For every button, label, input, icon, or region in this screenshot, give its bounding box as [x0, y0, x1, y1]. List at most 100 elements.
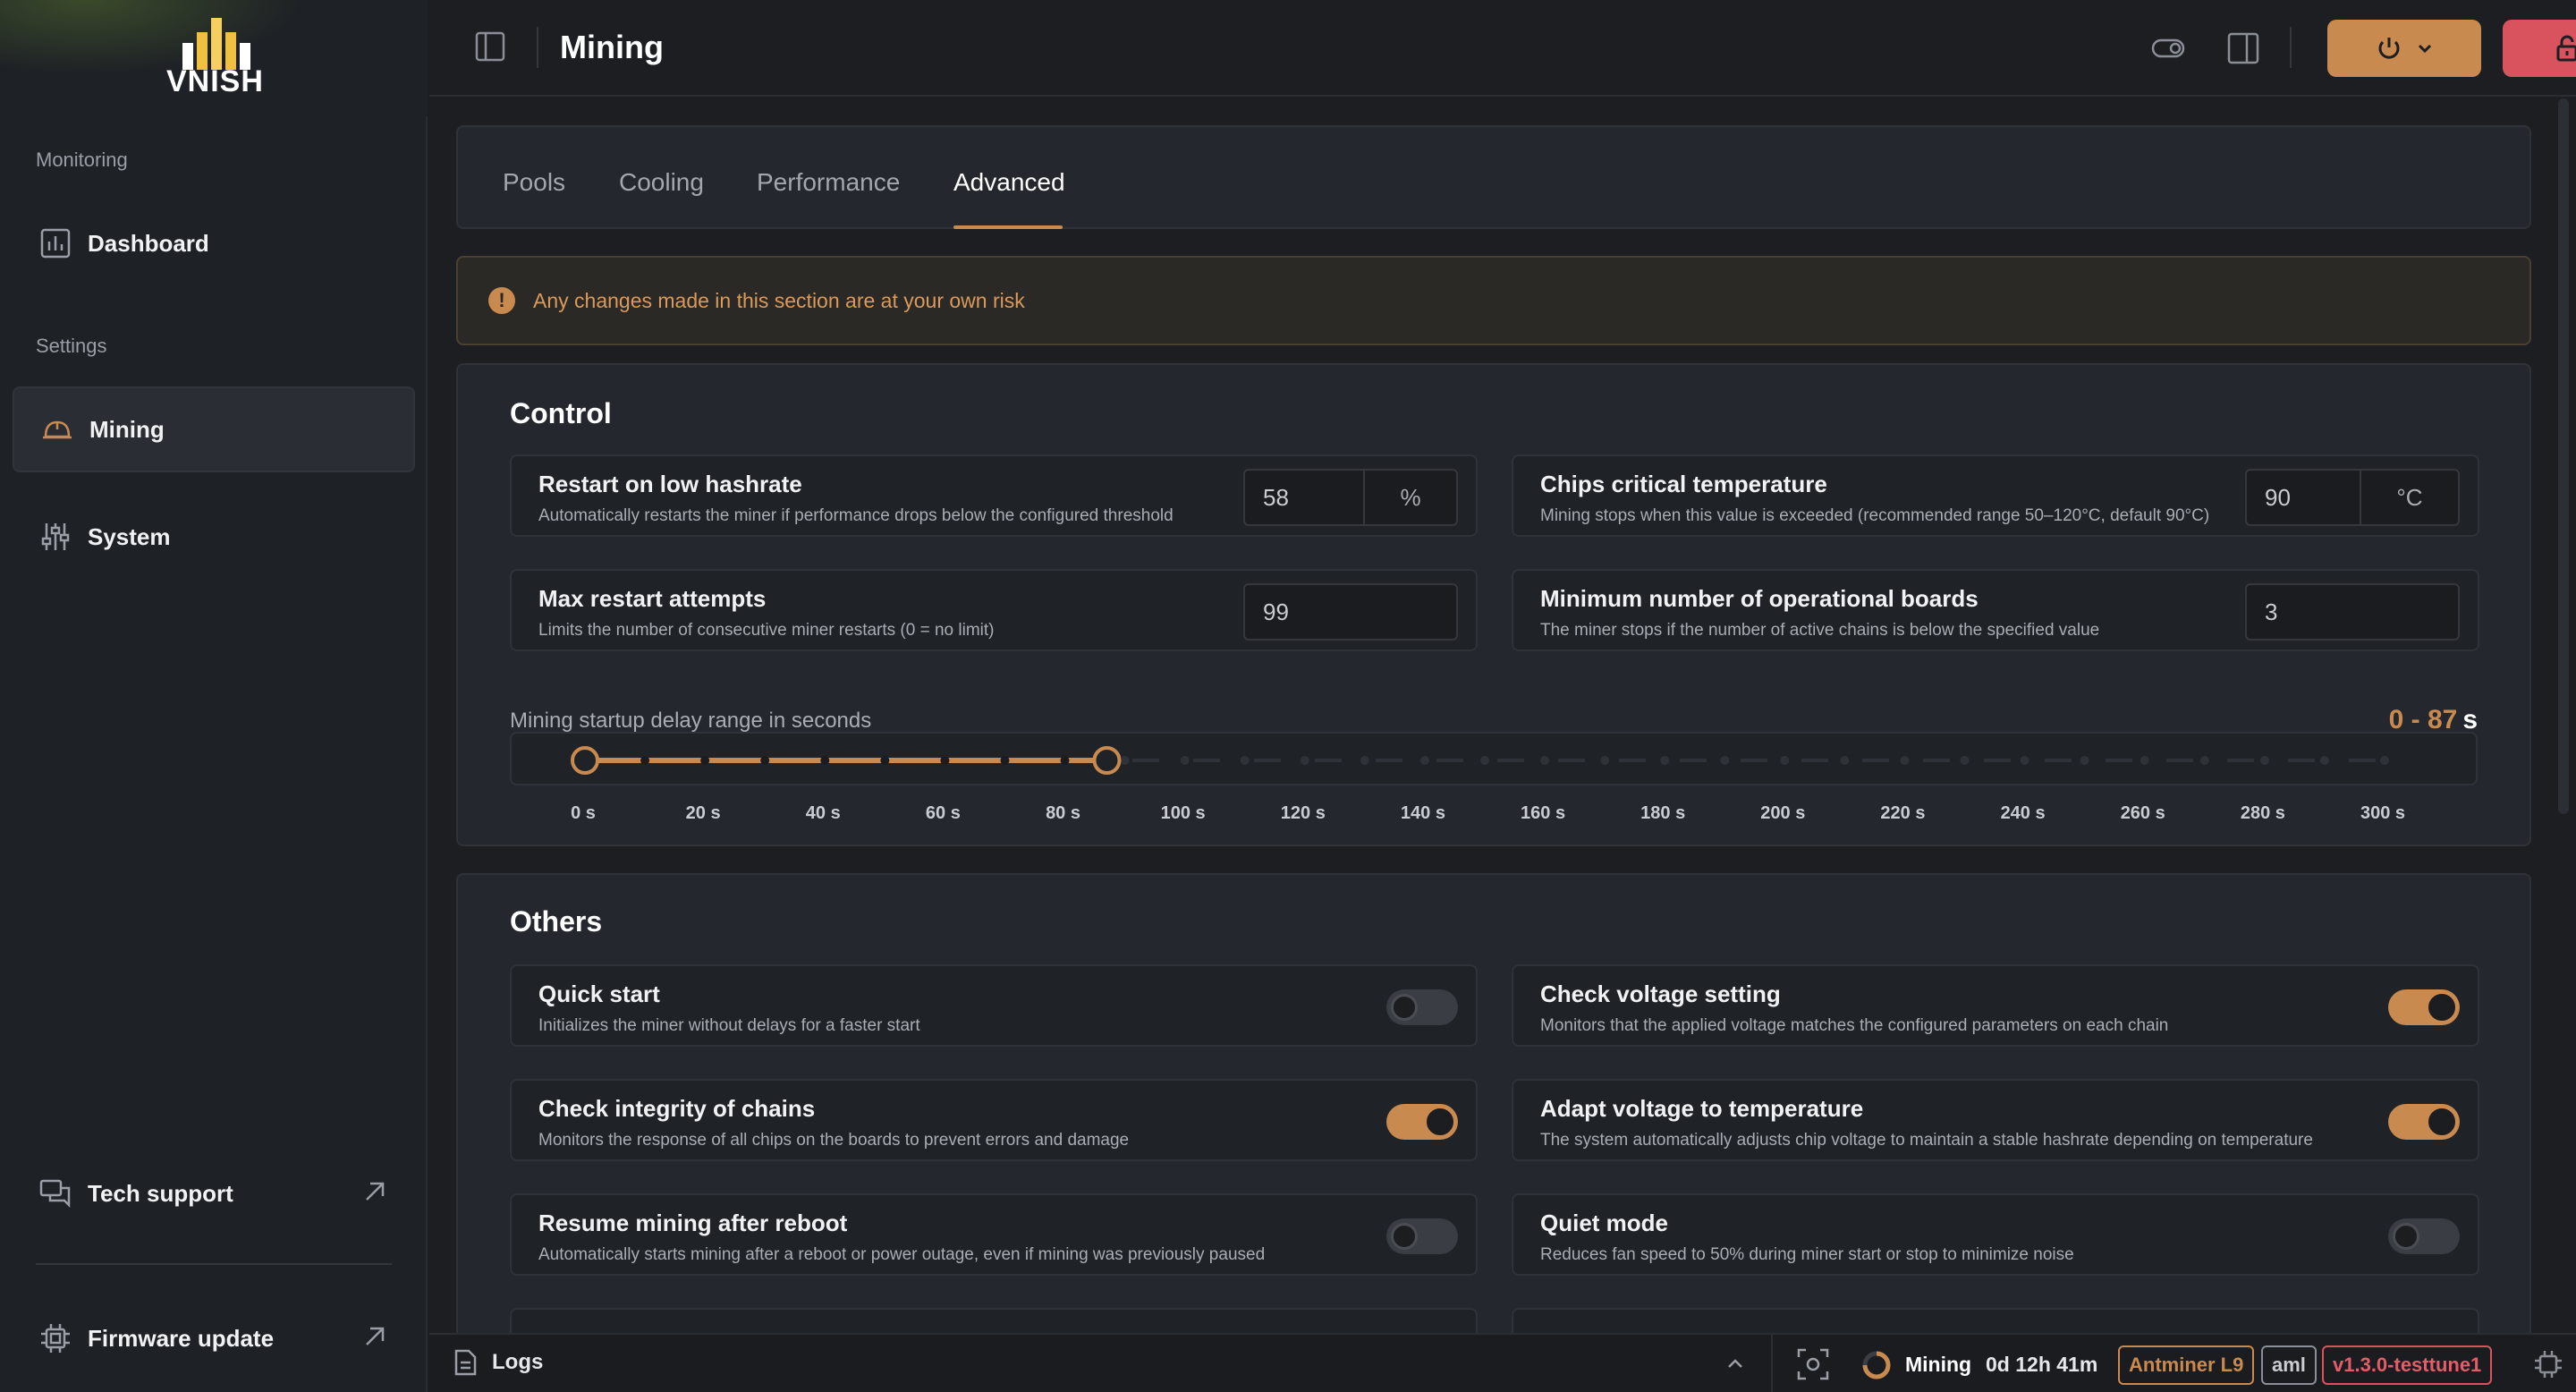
mining-status: Mining	[1905, 1353, 1972, 1376]
slider-step-dot	[1780, 756, 1790, 765]
slider-max-handle[interactable]	[1092, 746, 1122, 775]
logo[interactable]: VNISH	[0, 0, 428, 116]
setting-name: Check voltage setting	[1540, 980, 1781, 1007]
logs-toggle[interactable]: Logs	[453, 1349, 543, 1376]
setting-name: Max restart attempts	[538, 585, 767, 612]
setting-name: Chips critical temperature	[1540, 471, 1827, 497]
field-value: 99	[1263, 598, 1289, 625]
control-section: Control Restart on low hashrate Automati…	[456, 363, 2531, 846]
chevron-down-icon	[2418, 44, 2432, 54]
slider-step-dot	[880, 756, 890, 765]
setting-name: Restart on low hashrate	[538, 471, 802, 497]
setting-name: Quiet mode	[1540, 1210, 1669, 1236]
sidebar: VNISH Monitoring Dashboard Settings Mini…	[0, 0, 428, 1392]
slider-step-dot	[2080, 756, 2089, 765]
sidebar-item-tech-support[interactable]: Tech support	[13, 1150, 415, 1236]
delay-unit: s	[2462, 705, 2478, 734]
scrollbar[interactable]	[2558, 98, 2569, 814]
slider-step-dot	[2020, 756, 2029, 765]
sidebar-item-dashboard[interactable]: Dashboard	[13, 200, 415, 286]
slider-step-dot	[760, 756, 770, 765]
slider-step-dot	[1900, 756, 1910, 765]
critical-temp-input[interactable]: 90 °C	[2245, 469, 2460, 526]
uptime: 0d 12h 41m	[1986, 1353, 2098, 1376]
slider-step-dot	[940, 756, 950, 765]
adapt-voltage-setting: Adapt voltage to temperature The system …	[1512, 1079, 2479, 1161]
version-badge: v1.3.0-testtune1	[2322, 1345, 2493, 1385]
warning-text: Any changes made in this section are at …	[533, 288, 1025, 312]
tab-cooling[interactable]: Cooling	[619, 168, 704, 197]
external-link-icon	[366, 1327, 385, 1345]
layout-panel-icon[interactable]	[2225, 30, 2261, 66]
top-bar: Mining	[429, 0, 2576, 97]
slider-min-handle[interactable]	[571, 746, 599, 775]
setting-name: Check integrity of chains	[538, 1095, 816, 1122]
adapt-voltage-toggle[interactable]	[2388, 1104, 2460, 1140]
settings-chip-icon[interactable]	[2533, 1349, 2563, 1379]
lock-button[interactable]	[2503, 20, 2576, 77]
setting-name: Quick start	[538, 980, 660, 1007]
slider-track[interactable]	[512, 734, 2479, 787]
sidebar-section-monitoring: Monitoring	[36, 149, 128, 171]
slider-step-dot	[1600, 756, 1610, 765]
delay-range-text: 0 - 87	[2388, 705, 2458, 734]
slider-tick-label: 60 s	[925, 803, 961, 823]
alert-icon: !	[488, 287, 515, 314]
sidebar-section-settings: Settings	[36, 335, 107, 357]
min-boards-input[interactable]: 3	[2245, 583, 2460, 641]
slider-tick-label: 100 s	[1160, 803, 1206, 823]
resume-after-reboot-toggle[interactable]	[1386, 1218, 1458, 1254]
chevron-up-icon[interactable]	[1724, 1353, 1746, 1374]
external-link-icon	[366, 1182, 385, 1201]
max-restart-input[interactable]: 99	[1243, 583, 1458, 641]
sidebar-toggle-icon[interactable]	[474, 30, 506, 63]
max-restart-attempts-setting: Max restart attempts Limits the number o…	[510, 569, 1478, 651]
startup-delay-slider[interactable]	[510, 732, 2478, 785]
slider-tick-label: 300 s	[2360, 803, 2406, 823]
locate-icon[interactable]	[1796, 1347, 1830, 1381]
theme-toggle-icon[interactable]	[2150, 30, 2186, 66]
divider	[537, 27, 538, 68]
setting-name: Resume mining after reboot	[538, 1210, 848, 1236]
startup-delay-value: 0 - 87 s	[2389, 705, 2478, 735]
slider-step-dot	[1960, 756, 1970, 765]
slider-step-dot	[1540, 756, 1550, 765]
slider-tick-label: 240 s	[2000, 803, 2046, 823]
section-title: Control	[510, 397, 612, 429]
setting-desc: Monitors that the applied voltage matche…	[1540, 1016, 2169, 1035]
slider-step-dot	[2140, 756, 2149, 765]
slider-step-dot	[1720, 756, 1730, 765]
slider-step-dot	[1180, 756, 1190, 765]
check-voltage-toggle[interactable]	[2388, 989, 2460, 1025]
setting-desc: Mining stops when this value is exceeded…	[1540, 506, 2210, 525]
quiet-mode-toggle[interactable]	[2388, 1218, 2460, 1254]
setting-desc: Limits the number of consecutive miner r…	[538, 621, 995, 640]
slider-tick-label: 220 s	[1880, 803, 1926, 823]
check-integrity-toggle[interactable]	[1386, 1104, 1458, 1140]
status-bar: Logs Mining 0d 12h 41m Antminer L9 aml v…	[429, 1333, 2576, 1392]
tab-pools[interactable]: Pools	[503, 168, 565, 197]
tab-performance[interactable]: Performance	[757, 168, 900, 197]
slider-step-dot	[1360, 756, 1369, 765]
field-value: 3	[2265, 598, 2278, 625]
slider-tick-label: 20 s	[685, 803, 721, 823]
slider-tick-label: 0 s	[571, 803, 596, 823]
platform-badge: aml	[2261, 1345, 2317, 1385]
hashrate-threshold-input[interactable]: 58 %	[1243, 469, 1458, 526]
tab-advanced[interactable]: Advanced	[953, 168, 1065, 197]
slider-tick-label: 180 s	[1640, 803, 1686, 823]
quick-start-toggle[interactable]	[1386, 989, 1458, 1025]
sidebar-item-firmware-update[interactable]: Firmware update	[13, 1295, 415, 1381]
sidebar-item-system[interactable]: System	[13, 494, 415, 580]
slider-tick-label: 120 s	[1280, 803, 1326, 823]
logo-icon	[182, 18, 250, 70]
mining-spinner-icon	[1862, 1351, 1891, 1379]
chips-critical-temp-setting: Chips critical temperature Mining stops …	[1512, 454, 2479, 537]
startup-delay-label: Mining startup delay range in seconds	[510, 709, 872, 733]
field-unit: °C	[2360, 471, 2458, 524]
power-icon	[2378, 38, 2400, 59]
power-menu-button[interactable]	[2327, 20, 2481, 77]
sidebar-item-mining[interactable]: Mining	[13, 386, 415, 472]
miner-helmet-icon	[41, 413, 73, 446]
sidebar-item-label: System	[88, 522, 171, 550]
